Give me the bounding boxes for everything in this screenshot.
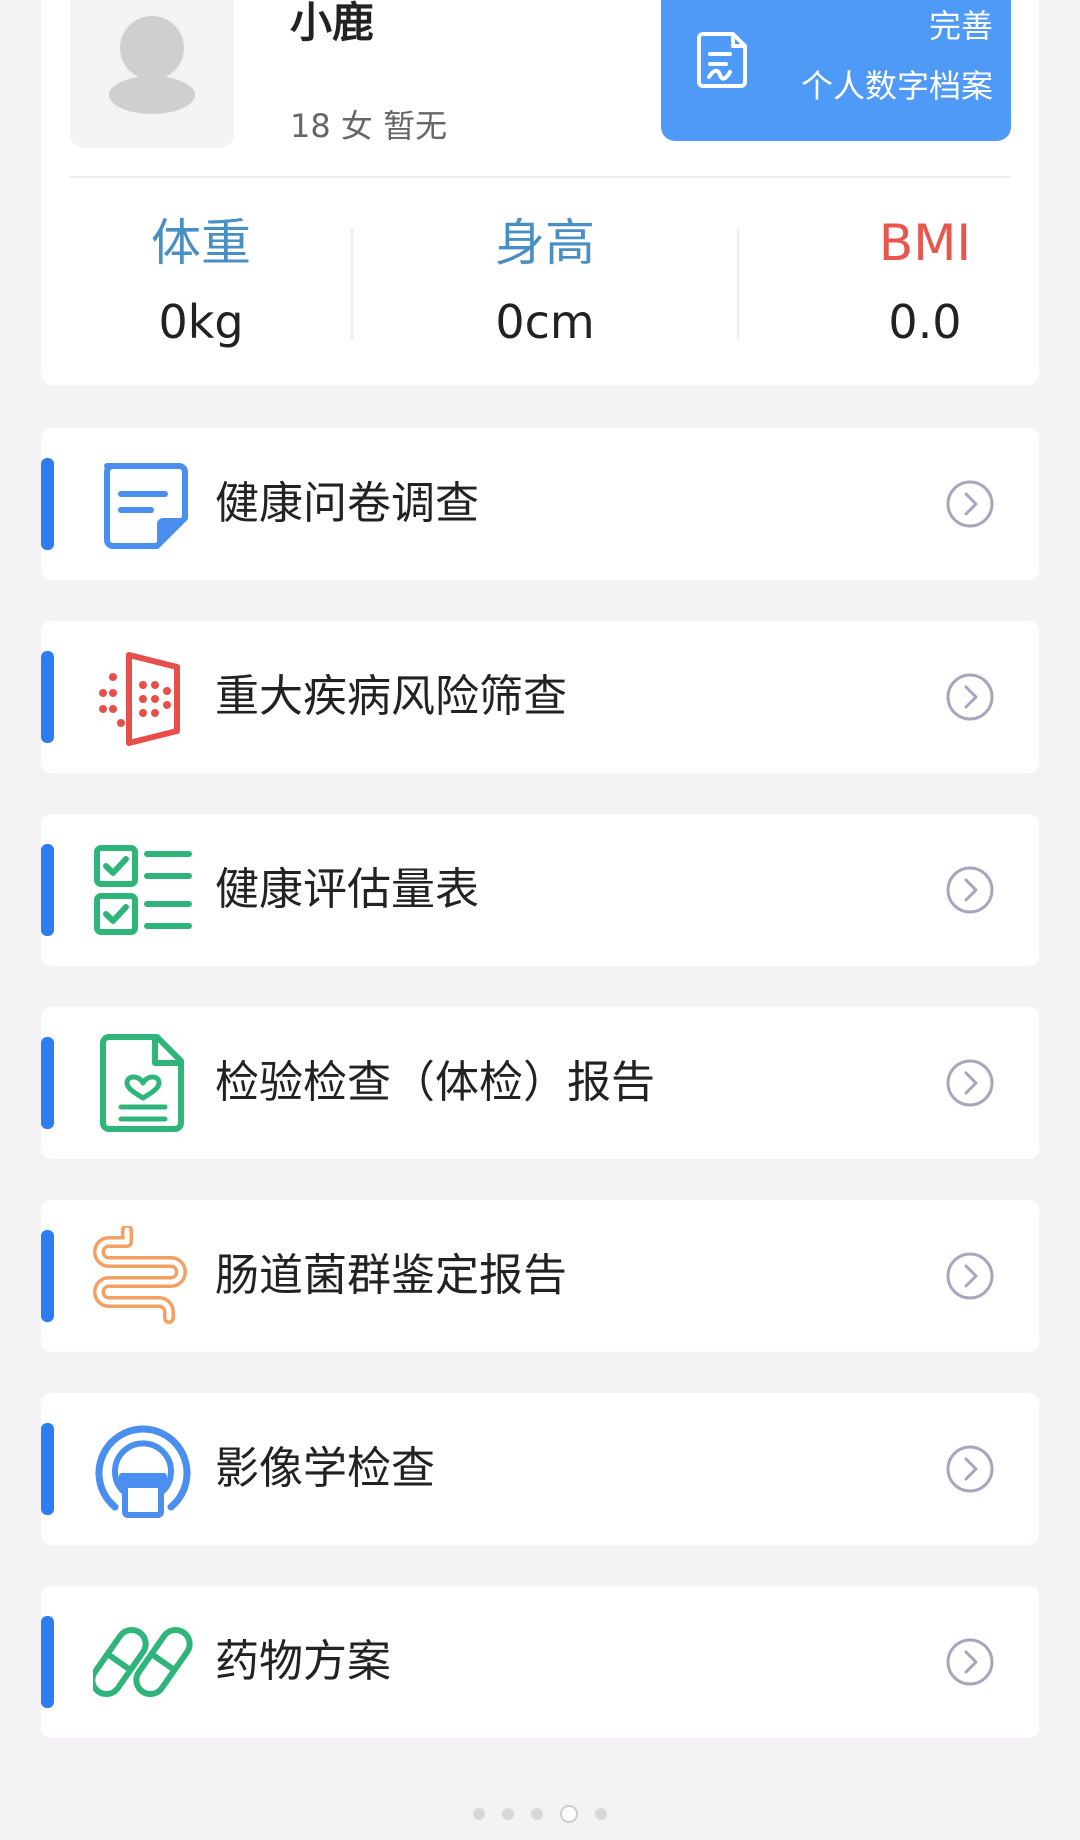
- chevron-right-icon[interactable]: [944, 1443, 996, 1495]
- risk-screening-icon: [99, 652, 180, 746]
- document-edit-icon: [697, 32, 747, 88]
- menu-item-label: 肠道菌群鉴定报告: [215, 1250, 567, 1301]
- stat-separator: [351, 228, 353, 340]
- menu-item-health-assessment-scale[interactable]: 健康评估量表: [41, 814, 1039, 966]
- menu-item-label: 检验检查（体检）报告: [215, 1057, 655, 1108]
- stat-bmi-value: 0.0: [888, 295, 962, 349]
- menu-item-label: 健康评估量表: [215, 864, 479, 915]
- stat-bmi-label: BMI: [878, 214, 972, 272]
- health-profile-page: 小鹿 18 女 暂无 完善 个人数字档案 体重 0kg 身高 0cm BMI 0…: [0, 0, 1080, 1840]
- chevron-right-icon[interactable]: [944, 1636, 996, 1688]
- accent-bar: [41, 651, 54, 743]
- menu-item-label: 影像学检查: [215, 1443, 435, 1494]
- accent-bar: [41, 1423, 54, 1515]
- imaging-scanner-icon: [95, 1425, 191, 1518]
- checklist-icon: [94, 845, 192, 935]
- menu-item-lab-exam-report[interactable]: 检验检查（体检）报告: [41, 1007, 1039, 1159]
- accent-bar: [41, 1230, 54, 1322]
- stat-separator: [737, 228, 739, 340]
- avatar-head-icon: [120, 16, 184, 80]
- chevron-right-icon[interactable]: [944, 478, 996, 530]
- medical-report-icon: [100, 1034, 184, 1132]
- page-dot[interactable]: [531, 1807, 543, 1820]
- accent-bar: [41, 844, 54, 936]
- page-dot-active[interactable]: [560, 1804, 579, 1823]
- stat-height-value: 0cm: [495, 295, 595, 349]
- stat-height: 身高 0cm: [385, 212, 705, 352]
- accent-bar: [41, 458, 54, 550]
- menu-item-label: 重大疾病风险筛查: [215, 671, 567, 722]
- stat-weight-label: 体重: [151, 214, 251, 272]
- menu-item-label: 药物方案: [215, 1636, 391, 1687]
- stat-weight: 体重 0kg: [41, 212, 361, 352]
- questionnaire-icon: [104, 463, 188, 549]
- menu-item-health-questionnaire[interactable]: 健康问卷调查: [41, 428, 1039, 580]
- page-indicator: [0, 1803, 1080, 1823]
- chevron-right-icon[interactable]: [944, 864, 996, 916]
- chevron-right-icon[interactable]: [944, 1250, 996, 1302]
- page-dot[interactable]: [501, 1807, 514, 1820]
- page-dot[interactable]: [595, 1807, 608, 1820]
- menu-item-gut-microbiota-report[interactable]: 肠道菌群鉴定报告: [41, 1200, 1039, 1352]
- user-meta: 18 女 暂无: [290, 107, 448, 145]
- menu-item-label: 健康问卷调查: [215, 478, 479, 529]
- chevron-right-icon[interactable]: [944, 671, 996, 723]
- stat-weight-value: 0kg: [158, 295, 244, 349]
- divider: [69, 176, 1011, 178]
- accent-bar: [41, 1037, 54, 1129]
- complete-button-line1: 完善: [928, 7, 993, 45]
- accent-bar: [41, 1616, 54, 1708]
- complete-button-line2: 个人数字档案: [800, 67, 993, 105]
- avatar[interactable]: [70, 0, 234, 148]
- user-name: 小鹿: [290, 0, 375, 47]
- intestine-icon: [93, 1226, 187, 1324]
- page-dot[interactable]: [472, 1807, 485, 1820]
- chevron-right-icon[interactable]: [944, 1057, 996, 1109]
- profile-card: 小鹿 18 女 暂无 完善 个人数字档案 体重 0kg 身高 0cm BMI 0…: [41, 0, 1039, 385]
- menu-item-imaging-exam[interactable]: 影像学检查: [41, 1393, 1039, 1545]
- complete-digital-profile-button[interactable]: 完善 个人数字档案: [661, 0, 1011, 141]
- stat-height-label: 身高: [495, 214, 595, 272]
- avatar-body-icon: [109, 76, 195, 114]
- pills-icon: [93, 1626, 193, 1698]
- menu-item-major-disease-screening[interactable]: 重大疾病风险筛查: [41, 621, 1039, 773]
- menu-item-medication-plan[interactable]: 药物方案: [41, 1586, 1039, 1738]
- stat-bmi: BMI 0.0: [765, 212, 1080, 352]
